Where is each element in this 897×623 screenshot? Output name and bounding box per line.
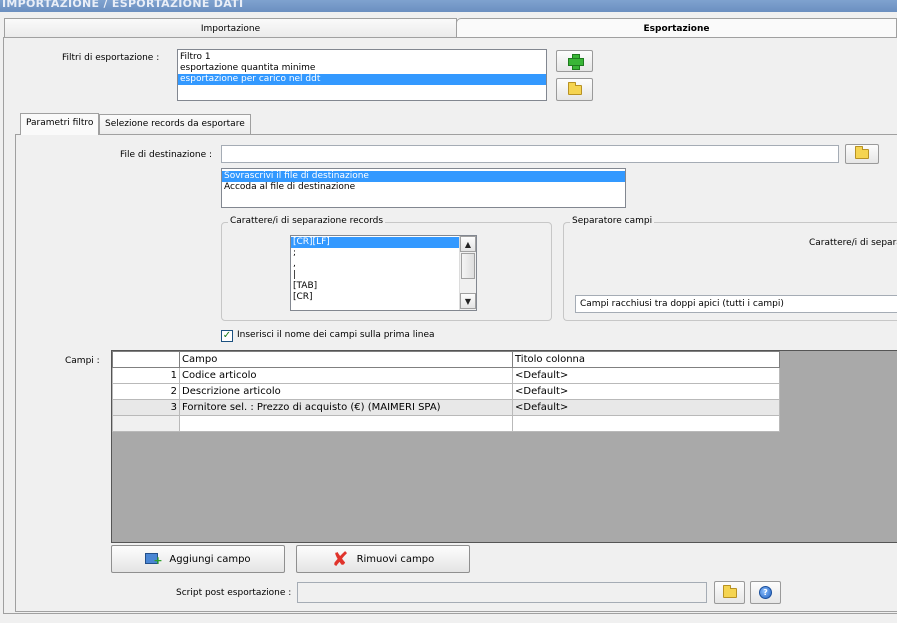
list-item-selected[interactable]: [CR][LF]: [291, 237, 460, 248]
list-item[interactable]: [TAB]: [291, 281, 460, 292]
list-item[interactable]: [CR]: [291, 292, 460, 303]
list-item[interactable]: ;: [291, 248, 460, 259]
table-row[interactable]: 2 Descrizione articolo <Default>: [112, 383, 780, 400]
folder-icon: [567, 81, 582, 95]
scroll-thumb[interactable]: [461, 253, 475, 279]
remove-field-button[interactable]: ✘ Rimuovi campo: [296, 545, 470, 573]
list-item[interactable]: Accoda al file di destinazione: [222, 182, 625, 193]
tab-esportazione[interactable]: Esportazione: [456, 18, 897, 38]
fields-label: Campi :: [65, 356, 100, 366]
add-filter-button[interactable]: [556, 50, 593, 72]
header-row-label: Inserisci il nome dei campi sulla prima …: [237, 330, 435, 340]
cell-campo[interactable]: Descrizione articolo: [179, 383, 513, 400]
open-filter-button[interactable]: [556, 78, 593, 101]
post-script-label: Script post esportazione :: [176, 588, 292, 598]
plus-icon: [567, 54, 584, 70]
folder-icon: [722, 584, 737, 598]
remove-icon: ✘: [331, 547, 349, 571]
vertical-scrollbar[interactable]: ▲ ▼: [459, 236, 476, 310]
record-separator-list[interactable]: [CR][LF] ; , | [TAB] [CR] ▲ ▼: [290, 235, 477, 311]
list-item-selected[interactable]: Sovrascrivi il file di destinazione: [222, 171, 625, 182]
export-filters-list[interactable]: Filtro 1 esportazione quantita minime es…: [177, 49, 547, 101]
cell-campo[interactable]: Fornitore sel. : Prezzo di acquisto (€) …: [179, 399, 513, 416]
destination-label: File di destinazione :: [120, 150, 213, 160]
cell-titolo[interactable]: <Default>: [512, 399, 780, 416]
grid-header-index: [112, 351, 180, 368]
table-row-empty[interactable]: [112, 415, 780, 432]
cell-campo[interactable]: Codice articolo: [179, 367, 513, 384]
add-field-label: Aggiungi campo: [169, 553, 251, 565]
table-row[interactable]: 3 Fornitore sel. : Prezzo di acquisto (€…: [112, 399, 780, 416]
export-filters-label: Filtri di esportazione :: [62, 53, 160, 63]
add-field-button[interactable]: Aggiungi campo: [111, 545, 285, 573]
post-script-input[interactable]: [297, 582, 707, 603]
remove-field-label: Rimuovi campo: [356, 553, 435, 565]
subtab-panel-border: [15, 134, 16, 612]
help-icon: ?: [759, 586, 772, 599]
write-mode-list[interactable]: Sovrascrivi il file di destinazione Acco…: [221, 168, 626, 208]
fields-grid[interactable]: Campo Titolo colonna 1 Codice articolo <…: [111, 350, 897, 543]
cell-campo[interactable]: [179, 415, 513, 432]
record-separator-legend: Carattere/i di separazione records: [228, 216, 386, 226]
browse-destination-button[interactable]: [845, 144, 879, 164]
row-number: 3: [112, 399, 180, 416]
panel-bottom-border: [15, 611, 897, 612]
destination-file-input[interactable]: [221, 145, 839, 163]
list-item-selected[interactable]: esportazione per carico nel ddt: [178, 74, 546, 85]
browse-script-button[interactable]: [714, 581, 745, 604]
list-item[interactable]: esportazione quantita minime: [178, 63, 546, 74]
header-row-checkbox[interactable]: ✓: [221, 330, 233, 342]
separator-chars-label: Carattere/i di separa: [809, 238, 897, 248]
tab-selezione-records[interactable]: Selezione records da esportare: [99, 114, 251, 135]
table-row[interactable]: 1 Codice articolo <Default>: [112, 367, 780, 384]
field-separator-legend: Separatore campi: [570, 216, 655, 226]
scroll-down-icon[interactable]: ▼: [460, 293, 476, 309]
list-item[interactable]: Filtro 1: [178, 52, 546, 63]
row-number: 2: [112, 383, 180, 400]
folder-icon: [855, 146, 869, 159]
cell-titolo[interactable]: <Default>: [512, 367, 780, 384]
cell-titolo[interactable]: <Default>: [512, 383, 780, 400]
list-item[interactable]: ,: [291, 259, 460, 270]
tab-parametri-filtro[interactable]: Parametri filtro: [20, 113, 100, 135]
cell-titolo[interactable]: [512, 415, 780, 432]
tab-importazione[interactable]: Importazione: [4, 18, 457, 38]
grid-header-campo[interactable]: Campo: [179, 351, 513, 368]
add-field-icon: [145, 553, 163, 566]
row-number: 1: [112, 367, 180, 384]
list-item[interactable]: |: [291, 270, 460, 281]
help-button[interactable]: ?: [750, 581, 781, 604]
window-title: IMPORTAZIONE / ESPORTAZIONE DATI: [0, 0, 897, 12]
quote-mode-select[interactable]: Campi racchiusi tra doppi apici (tutti i…: [575, 295, 897, 313]
grid-header-titolo[interactable]: Titolo colonna: [512, 351, 780, 368]
row-number: [112, 415, 180, 432]
scroll-up-icon[interactable]: ▲: [460, 236, 476, 252]
